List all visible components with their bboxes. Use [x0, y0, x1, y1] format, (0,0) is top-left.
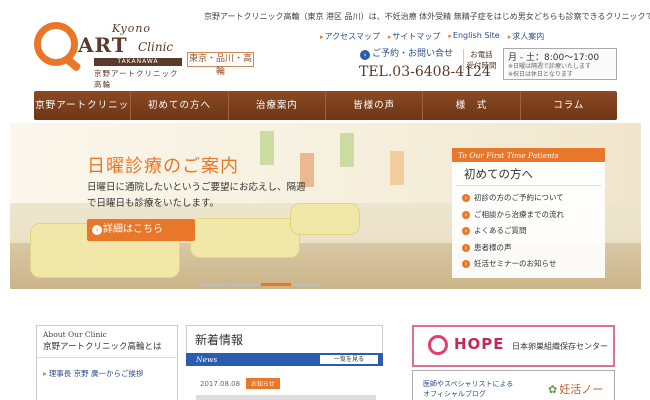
sitemap-link[interactable]: サイトマップ [388, 31, 440, 42]
nav-forms[interactable]: 様 式 [423, 91, 521, 120]
hours-note-holiday: ※祝日は休日となります [508, 71, 573, 78]
nav-voices[interactable]: 皆様の声 [326, 91, 424, 120]
hope-logo-icon [428, 335, 448, 355]
nav-column[interactable]: コラム [521, 91, 617, 120]
about-heading-ja: 京野アートクリニック高輪とは [37, 339, 177, 358]
arrow-icon: › [360, 50, 370, 60]
news-bar: News 一覧を見る [186, 353, 383, 366]
hero-button-label: 詳細はこちら [103, 224, 163, 235]
logo-ring-icon [34, 22, 78, 66]
blog-line-2: オフィシャルブログ [423, 390, 486, 398]
first-time-links: 初診の方のご予約について ご相談から治療までの流れ よくあるご質問 患者様の声 … [452, 186, 605, 277]
office-hours: 月 - 土：8:00～17:00 ※日曜は隔週で診療いたします ※祝日は休日とな… [503, 48, 617, 80]
top-links: アクセスマップ サイトマップ English Site 求人案内 [320, 31, 545, 42]
hours-time: 月 - 土：8:00～17:00 [508, 53, 600, 63]
access-map-link[interactable]: アクセスマップ [320, 31, 380, 42]
slider-dot-active[interactable] [261, 283, 291, 286]
news-box: 新着情報 News 一覧を見る 2017.08.08 お知らせ [186, 325, 383, 400]
wall-decoration [390, 151, 404, 185]
director-greeting-link[interactable]: 理事長 京野 廣一からご挨拶 [37, 358, 177, 389]
logo-takanawa: TAKANAWA [94, 58, 182, 66]
blog-banner[interactable]: 医師やスペシャリストによる オフィシャルブログ 妊活ノート [412, 370, 615, 400]
english-site-link[interactable]: English Site [448, 31, 500, 42]
first-time-label: To Our First Time Patients [452, 148, 605, 162]
waiting-sofa [190, 218, 300, 258]
blog-name: 妊活ノート [548, 381, 614, 400]
first-time-link[interactable]: ご相談から治療までの流れ [462, 207, 595, 224]
hope-subtitle: 日本卵巣組織保存センター [512, 342, 608, 351]
recruit-link[interactable]: 求人案内 [508, 31, 544, 42]
slider-dot[interactable] [197, 283, 227, 286]
wall-decoration [340, 133, 354, 167]
site-tagline: 京野アートクリニック高輪（東京 港区 品川）は、不妊治療 体外受精 無精子症をは… [204, 12, 650, 21]
logo-japanese-name: 京野アートクリニック高輪 [94, 69, 179, 89]
news-item-text[interactable] [196, 395, 376, 400]
slider-dot[interactable] [293, 283, 323, 286]
hours-note-sunday: ※日曜は隔週で診療いたします [508, 63, 592, 70]
first-time-link[interactable]: 患者様の声 [462, 240, 595, 257]
first-time-link[interactable]: よくあるご質問 [462, 223, 595, 240]
location-badge: 東京・品川・高輪 [187, 52, 254, 77]
blog-line-1: 医師やスペシャリストによる [423, 380, 514, 388]
contact-label: ご予約・お問い合せ [372, 49, 454, 59]
news-bar-label: News [196, 355, 218, 364]
clinic-logo[interactable]: Kyono ART Clinic TAKANAWA 京野アートクリニック高輪 [34, 18, 184, 89]
first-time-link[interactable]: 初診の方のご予約について [462, 190, 595, 207]
nav-first-time[interactable]: 初めての方へ [131, 91, 229, 120]
hope-name: HOPE [454, 335, 505, 353]
logo-art: ART [78, 33, 128, 57]
slider-indicators [197, 283, 323, 286]
phone-hours-label: お電話 受付時間 [463, 49, 497, 71]
hero-description: 日曜日に通院したいというご要望にお応えし、隔週で日曜日も診療をいたします。 [87, 182, 306, 209]
about-heading-en: About Our Clinic [43, 330, 107, 339]
news-title: 新着情報 [186, 325, 383, 353]
hero-details-button[interactable]: › 詳細はこちら [87, 219, 195, 241]
hero-title: 日曜診療のご案内 [87, 156, 239, 177]
about-box: About Our Clinic 京野アートクリニック高輪とは 理事長 京野 廣… [36, 325, 178, 400]
slider-dot[interactable] [229, 283, 259, 286]
news-list-button[interactable]: 一覧を見る [320, 355, 378, 364]
first-time-link[interactable]: 妊活セミナーのお知らせ [462, 256, 595, 273]
wall-decoration [260, 131, 274, 165]
hope-banner[interactable]: HOPE 日本卵巣組織保存センター [412, 325, 615, 367]
logo-clinic: Clinic [138, 40, 174, 54]
nav-about[interactable]: 京野アートクリニック高輪とは [34, 91, 132, 140]
main-nav: 京野アートクリニック高輪とは 初めての方へ 治療案内 皆様の声 様 式 コラム [34, 91, 617, 140]
blog-description: 医師やスペシャリストによる オフィシャルブログ [423, 379, 513, 399]
nav-treatment[interactable]: 治療案内 [229, 91, 326, 120]
contact-link[interactable]: › ご予約・お問い合せ [360, 46, 453, 60]
arrow-icon: › [92, 225, 102, 235]
news-tag: お知らせ [246, 378, 280, 389]
first-time-panel: To Our First Time Patients 初めての方へ 初診の方のご… [452, 148, 605, 278]
news-date: 2017.08.08 [200, 380, 241, 388]
first-time-title: 初めての方へ [456, 162, 601, 186]
